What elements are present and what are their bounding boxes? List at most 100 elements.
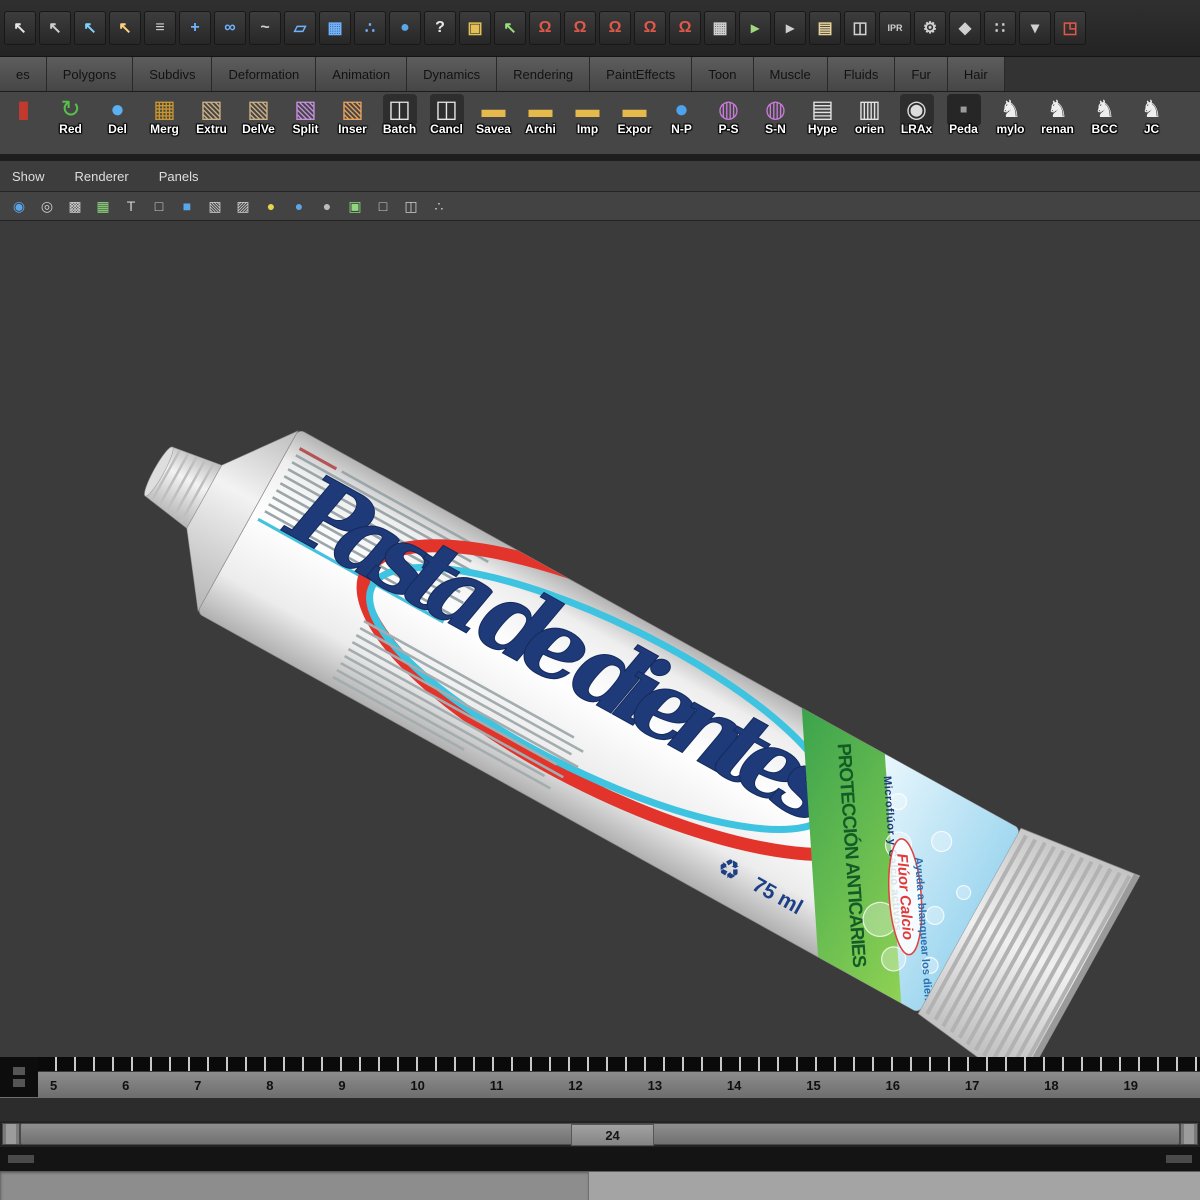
shelf-item-extrude[interactable]: ▧ Extru [188,94,235,137]
shelf-item-rename[interactable]: ♞ renan [1034,94,1081,137]
lasso-tool-icon[interactable]: ↖ [39,11,71,45]
panel-menu-item[interactable]: Renderer [75,169,129,184]
time-slider-left-controls[interactable] [0,1057,38,1097]
shelf-item-del[interactable]: ● Del [94,94,141,137]
shelf-item-pedal[interactable]: ▪ Peda [940,94,987,136]
shelf-tab[interactable]: Muscle [753,57,828,91]
shelf-tab[interactable]: Polygons [46,57,134,91]
share-view-icon[interactable]: ∴ [428,196,450,216]
move-tool-icon[interactable]: + [179,11,211,45]
shelf-tab[interactable]: Fur [895,57,948,91]
lighting-icon[interactable]: ◉ [8,196,30,216]
multi-pane-icon[interactable]: ◫ [400,196,422,216]
shelf-tab[interactable]: Dynamics [407,57,498,91]
output-connections-icon[interactable]: ▸ [774,11,806,45]
time-slider[interactable]: 5 6 7 8 9 10 11 12 13 14 15 16 17 18 19 [0,1057,1200,1098]
frame-number: 15 [806,1077,821,1093]
panel-menu-item[interactable]: Panels [159,169,199,184]
shelf-tab[interactable]: Toon [692,57,754,91]
shelf-item-s-n[interactable]: ◍ S-N [752,94,799,137]
select-mask-icon[interactable]: ↖ [109,11,141,45]
shelf-item-orient[interactable]: ▥ orien [846,94,893,137]
sphere-target-icon[interactable]: ● [389,11,421,45]
shelf-item-delvertex[interactable]: ▧ DelVe [235,94,282,137]
workspace-icon[interactable]: ◳ [1054,11,1086,45]
shelf-item-batch[interactable]: ◫ Batch [376,94,423,136]
shelf-item-import[interactable]: ▬ Imp [564,94,611,137]
range-end-handle[interactable] [1180,1123,1198,1145]
construction-history-icon[interactable]: ▤ [809,11,841,45]
display-layers-icon[interactable]: ∷ [984,11,1016,45]
shelf-item-hypershade[interactable]: ▤ Hype [799,94,846,137]
shelf-item-cancel[interactable]: ◫ Cancl [423,94,470,136]
shelf-tab[interactable]: Animation [316,57,408,91]
select-tool-icon[interactable]: ↖ [4,11,36,45]
shelf-item-archive[interactable]: ▬ Archi [517,94,564,137]
hypershade-icon[interactable]: ◆ [949,11,981,45]
checker-cube-icon[interactable]: ▨ [232,196,254,216]
frame-number: 18 [1044,1077,1059,1093]
render-view-icon[interactable]: ◫ [844,11,876,45]
snap-menu-icon[interactable]: ≡ [144,11,176,45]
isolate-select-icon[interactable]: ▣ [344,196,366,216]
single-pane-icon[interactable]: □ [372,196,394,216]
snap-to-curve-icon[interactable]: Ω [564,11,596,45]
toothpaste-tube[interactable]: Pasta de dientes PROTECCIÓN ANTICARIES M… [95,347,1148,1057]
shelf-tab[interactable]: Deformation [212,57,317,91]
shelf-tab[interactable]: Subdivs [133,57,213,91]
shelf-item-insert[interactable]: ▧ Inser [329,94,376,137]
shelf-item-jc[interactable]: ♞ JC [1128,94,1175,137]
shelf-tab[interactable]: PaintEffects [590,57,693,91]
wireframe-cube-icon[interactable]: □ [148,196,170,216]
shelf-item-p-s[interactable]: ◍ P-S [705,94,752,137]
shelf-item-export[interactable]: ▬ Expor [611,94,658,137]
texture-view-icon[interactable]: ▩ [64,196,86,216]
points-target-icon[interactable]: ∴ [354,11,386,45]
shelf-tab[interactable]: Hair [947,57,1005,91]
shelf-tab[interactable]: Rendering [497,57,591,91]
curve-target-icon[interactable]: ~ [249,11,281,45]
shelf-item-split[interactable]: ▧ Split [282,94,329,137]
range-bar[interactable]: 24 [20,1123,1180,1146]
snap-to-view-plane-icon[interactable]: Ω [669,11,701,45]
shelf-item-undo[interactable]: ▮ [0,94,47,122]
snap-to-point-icon[interactable]: Ω [599,11,631,45]
snap-to-projected-center-icon[interactable]: Ω [634,11,666,45]
input-connections-icon[interactable]: ▸ [739,11,771,45]
selection-box-icon[interactable]: ↖ [494,11,526,45]
snap-to-grid-icon[interactable]: Ω [529,11,561,45]
shelf-item-n-p[interactable]: ● N-P [658,94,705,137]
make-live-icon[interactable]: ▦ [704,11,736,45]
shelf-item-mylo[interactable]: ♞ mylo [987,94,1034,137]
all-lights-icon[interactable]: ● [288,196,310,216]
shelf-tab[interactable]: Fluids [827,57,896,91]
no-lights-icon[interactable]: ● [316,196,338,216]
rotate-tool-icon[interactable]: ∞ [214,11,246,45]
shelf-tab[interactable]: es [0,57,47,91]
shading-smooth-icon[interactable]: ◎ [36,196,58,216]
help-icon[interactable]: ? [424,11,456,45]
textured-cube-icon[interactable]: ▧ [204,196,226,216]
paint-select-tool-icon[interactable]: ↖ [74,11,106,45]
command-input[interactable] [0,1172,589,1200]
render-settings-icon[interactable]: ⚙ [914,11,946,45]
shaded-cube-icon[interactable]: ■ [176,196,198,216]
shelf-item-saveas[interactable]: ▬ Savea [470,94,517,137]
range-start-handle[interactable] [2,1123,20,1145]
panel-menu-item[interactable]: Show [12,169,45,184]
shelf-item-merge[interactable]: ▦ Merg [141,94,188,137]
default-light-icon[interactable]: ● [260,196,282,216]
current-frame-handle[interactable]: 24 [571,1124,655,1146]
shelf-item-bcc[interactable]: ♞ BCC [1081,94,1128,137]
menu-arrow-icon[interactable]: ▾ [1019,11,1051,45]
viewport[interactable]: Pasta de dientes PROTECCIÓN ANTICARIES M… [0,221,1200,1057]
ipr-render-icon[interactable]: IPR [879,11,911,45]
plane-target-icon[interactable]: ▱ [284,11,316,45]
range-slider[interactable]: 24 [0,1121,1200,1147]
shelf-item-redo[interactable]: ↻ Red [47,94,94,137]
lock-icon[interactable]: ▣ [459,11,491,45]
shelf-item-lraxis[interactable]: ◉ LRAx [893,94,940,136]
film-gate-icon[interactable]: T [120,196,142,216]
lattice-target-icon[interactable]: ▦ [319,11,351,45]
grid-toggle-icon[interactable]: ▦ [92,196,114,216]
